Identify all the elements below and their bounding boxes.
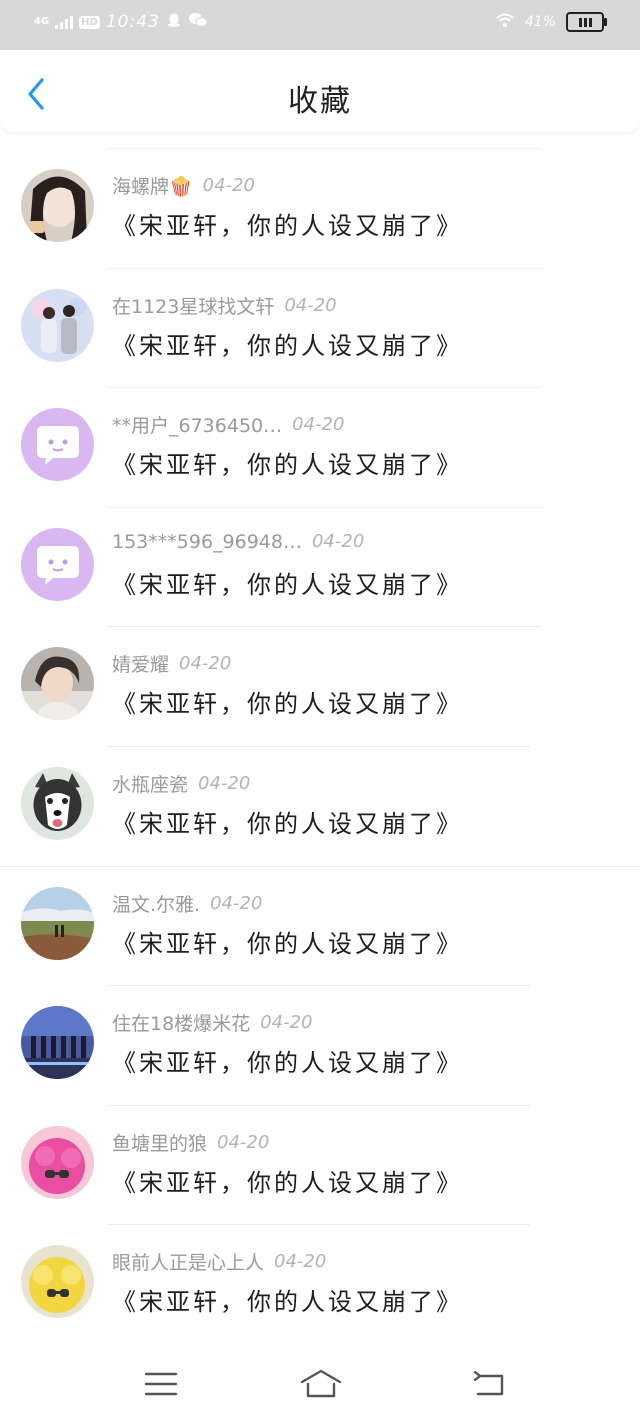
list-item[interactable]: 水瓶座瓷 04-20 《宋亚轩，你的人设又崩了》 [0,745,640,866]
divider [108,148,540,149]
back-nav-button[interactable] [468,1368,510,1400]
username: 鱼塘里的狼 [112,1132,208,1155]
divider [108,387,540,389]
status-time: 10:43 [105,12,160,32]
battery-icon [566,12,607,32]
list-item[interactable]: 鱼塘里的狼 04-20 《宋亚轩，你的人设又崩了》 [0,1104,640,1225]
avatar[interactable] [21,1006,94,1080]
username: 眼前人正是心上人 [112,1252,265,1275]
favorite-title[interactable]: 《宋亚轩，你的人设又崩了》 [112,924,463,959]
favorite-title[interactable]: 《宋亚轩，你的人设又崩了》 [112,684,463,719]
divider [108,745,530,747]
date: 04-20 [210,892,263,914]
favorite-title[interactable]: 《宋亚轩，你的人设又崩了》 [112,445,463,480]
list-item[interactable]: 眼前人正是心上人 04-20 《宋亚轩，你的人设又崩了》 [0,1224,640,1344]
date: 04-20 [311,531,365,553]
avatar[interactable] [21,408,94,482]
system-nav-bar [0,1342,640,1422]
favorite-title[interactable]: 《宋亚轩，你的人设又崩了》 [112,1043,463,1078]
favorite-title[interactable]: 《宋亚轩，你的人设又崩了》 [112,206,463,241]
wechat-icon [188,12,208,32]
list-item[interactable]: 婧爱耀 04-20 《宋亚轩，你的人设又崩了》 [0,626,640,746]
username: **用户_6736450… [112,415,283,438]
avatar[interactable] [21,766,94,840]
home-button[interactable] [298,1368,344,1400]
page-title: 收藏 [288,84,352,119]
avatar[interactable] [21,886,94,960]
username: 海螺牌🍿 [112,176,193,198]
username: 住在18楼爆米花 [112,1013,251,1036]
menu-icon [144,1372,178,1396]
username: 水瓶座瓷 [112,773,189,796]
qq-icon [166,12,182,32]
divider [108,1104,530,1106]
favorite-title[interactable]: 《宋亚轩，你的人设又崩了》 [112,565,463,600]
status-bar: 4G HD 10:43 41% [0,0,640,50]
avatar[interactable] [21,1125,94,1199]
date: 04-20 [179,653,232,675]
divider [108,626,540,628]
date: 04-20 [292,414,345,436]
date: 04-20 [274,1251,327,1273]
divider [0,865,640,867]
date: 04-20 [202,175,255,196]
default-chat-avatar-icon [21,408,94,482]
network-type: 4G [34,16,50,27]
divider [108,267,544,269]
list-item[interactable]: 住在18楼爆米花 04-20 《宋亚轩，你的人设又崩了》 [0,985,640,1105]
username: 153***596_96948… [112,530,302,553]
battery-percent: 41% [524,14,556,30]
date: 04-20 [198,772,251,794]
menu-button[interactable] [140,1368,182,1400]
favorite-title[interactable]: 《宋亚轩，你的人设又崩了》 [112,326,463,361]
avatar[interactable] [21,527,94,601]
list-item[interactable]: 在1123星球找文轩 04-20 《宋亚轩，你的人设又崩了》 [0,267,640,388]
date: 04-20 [217,1131,270,1153]
date: 04-20 [260,1012,313,1034]
username: 在1123星球找文轩 [112,295,275,318]
username: 温文.尔雅. [112,893,201,916]
list-item[interactable]: **用户_6736450… 04-20 《宋亚轩，你的人设又崩了》 [0,387,640,507]
divider [108,985,530,987]
wifi-icon [495,12,515,32]
signal-icon [55,15,74,29]
avatar[interactable] [21,647,94,721]
avatar[interactable] [21,288,94,362]
avatar[interactable] [21,169,94,242]
hd-badge: HD [79,15,100,29]
favorite-title[interactable]: 《宋亚轩，你的人设又崩了》 [112,1163,463,1198]
date: 04-20 [284,294,337,316]
list-item[interactable]: 153***596_96948… 04-20 《宋亚轩，你的人设又崩了》 [0,506,640,627]
back-icon [473,1370,504,1396]
header: 收藏 [0,50,640,132]
default-chat-avatar-icon [21,527,94,601]
username: 婧爱耀 [112,654,170,677]
list-item[interactable]: 海螺牌🍿 04-20 《宋亚轩，你的人设又崩了》 [0,148,640,268]
divider [108,1224,530,1226]
home-icon [300,1369,342,1398]
favorite-title[interactable]: 《宋亚轩，你的人设又崩了》 [112,1282,463,1317]
list-item[interactable]: 温文.尔雅. 04-20 《宋亚轩，你的人设又崩了》 [0,865,640,986]
favorites-list: 海螺牌🍿 04-20 《宋亚轩，你的人设又崩了》 在1123星球找文轩 04-20 … [0,148,640,1344]
favorite-title[interactable]: 《宋亚轩，你的人设又崩了》 [112,804,463,839]
avatar[interactable] [21,1245,94,1319]
divider [108,506,544,508]
